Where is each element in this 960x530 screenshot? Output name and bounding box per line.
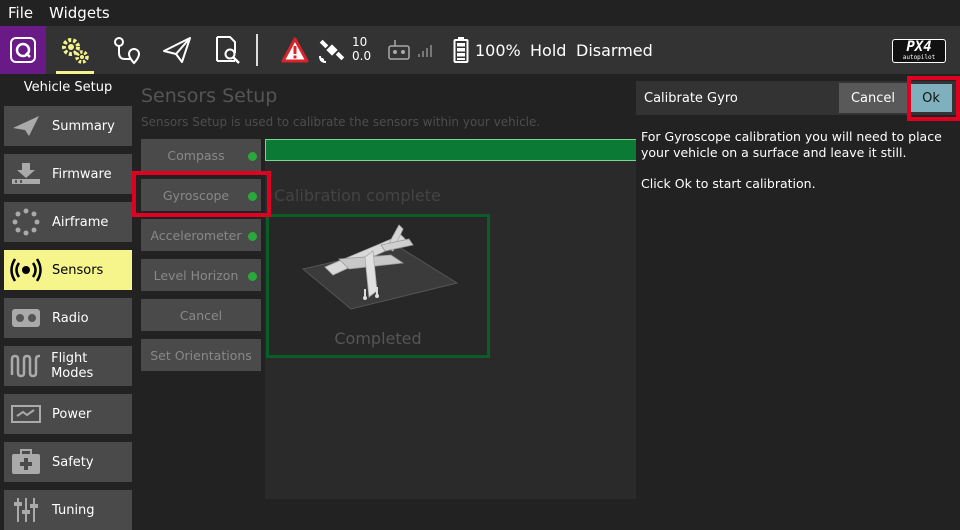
gps-readout: 10 0.0 bbox=[352, 35, 371, 63]
calibration-status: Calibration complete bbox=[274, 186, 441, 205]
dialog-cancel-button[interactable]: Cancel bbox=[839, 83, 907, 113]
sidebar-item-label: Airframe bbox=[52, 214, 109, 230]
dialog-header: Calibrate Gyro Cancel Ok bbox=[636, 81, 960, 115]
fly-view-button[interactable] bbox=[154, 26, 200, 74]
qgc-logo-icon bbox=[10, 37, 36, 63]
tuning-icon bbox=[4, 490, 48, 530]
sidebar-item-label: Sensors bbox=[52, 262, 104, 278]
accelerometer-status-dot bbox=[248, 232, 257, 241]
gps-satellite-count: 10 bbox=[352, 35, 368, 49]
paper-plane-icon bbox=[163, 37, 191, 63]
plan-route-icon bbox=[114, 37, 141, 65]
menu-bar: File Widgets bbox=[0, 0, 960, 26]
compass-label: Compass bbox=[167, 147, 225, 163]
sidebar-item-summary[interactable]: Summary bbox=[4, 106, 132, 146]
settings-gears-button[interactable] bbox=[52, 26, 98, 74]
arm-status[interactable]: Disarmed bbox=[576, 41, 653, 60]
gyroscope-label: Gyroscope bbox=[162, 187, 230, 203]
airframe-icon bbox=[4, 202, 48, 242]
sensors-icon bbox=[4, 250, 48, 290]
completed-label: Completed bbox=[334, 329, 422, 348]
analyze-view-button[interactable] bbox=[204, 26, 250, 74]
signal-bars-icon bbox=[418, 45, 432, 57]
sidebar-item-label: Summary bbox=[52, 118, 115, 134]
radio-icon bbox=[4, 298, 48, 338]
analyze-document-icon bbox=[216, 36, 240, 64]
accelerometer-button[interactable]: Accelerometer bbox=[141, 219, 261, 251]
paper-plane-icon bbox=[4, 106, 48, 146]
cancel-calibration-button[interactable]: Cancel bbox=[141, 299, 261, 331]
sidebar-item-tuning[interactable]: Tuning bbox=[4, 490, 132, 530]
accelerometer-label: Accelerometer bbox=[150, 227, 242, 243]
sidebar-item-label: Safety bbox=[52, 454, 94, 470]
px4-logo-subtext: autopilot bbox=[902, 54, 936, 61]
dialog-title: Calibrate Gyro bbox=[644, 91, 738, 106]
battery-button[interactable] bbox=[448, 26, 474, 74]
level-horizon-label: Level Horizon bbox=[153, 267, 239, 283]
flight-mode-selector[interactable]: Hold bbox=[530, 41, 566, 60]
toolbar-separator bbox=[256, 34, 258, 66]
cancel-calibration-label: Cancel bbox=[179, 307, 223, 323]
sidebar-item-airframe[interactable]: Airframe bbox=[4, 202, 132, 242]
dialog-ok-button[interactable]: Ok bbox=[910, 84, 952, 112]
sidebar-item-radio[interactable]: Radio bbox=[4, 298, 132, 338]
rssi-button[interactable] bbox=[414, 26, 436, 74]
page-description: Sensors Setup is used to calibrate the s… bbox=[141, 115, 541, 129]
level-horizon-status-dot bbox=[248, 272, 257, 281]
px4-logo: PX4 autopilot bbox=[892, 39, 946, 63]
page-title: Sensors Setup bbox=[141, 85, 278, 107]
satellite-icon bbox=[319, 39, 345, 63]
level-horizon-button[interactable]: Level Horizon bbox=[141, 259, 261, 291]
set-orientations-label: Set Orientations bbox=[150, 347, 252, 363]
gps-hdop: 0.0 bbox=[352, 49, 372, 63]
set-orientations-button[interactable]: Set Orientations bbox=[141, 339, 261, 371]
px4-logo-text: PX4 bbox=[906, 39, 932, 55]
sidebar-item-safety[interactable]: Safety bbox=[4, 442, 132, 482]
safety-icon bbox=[4, 442, 48, 482]
dialog-prompt: Click Ok to start calibration. bbox=[641, 176, 816, 191]
gps-status-button[interactable] bbox=[312, 26, 352, 74]
compass-status-dot bbox=[248, 152, 257, 161]
sidebar-item-power[interactable]: Power bbox=[4, 394, 132, 434]
compass-button[interactable]: Compass bbox=[141, 139, 261, 171]
sidebar-item-label: Flight Modes bbox=[51, 351, 94, 381]
main-toolbar: 10 0.0 100% Hold Disarmed PX4 autopilot bbox=[0, 26, 960, 74]
sidebar-item-sensors[interactable]: Sensors bbox=[4, 250, 132, 290]
dialog-body: For Gyroscope calibration you will need … bbox=[641, 129, 956, 207]
rc-status-button[interactable] bbox=[384, 26, 414, 74]
dialog-instructions: For Gyroscope calibration you will need … bbox=[641, 129, 942, 160]
download-icon bbox=[4, 154, 48, 194]
battery-percent: 100% bbox=[475, 41, 521, 60]
warning-triangle-icon bbox=[281, 37, 309, 63]
calibration-progress-bar bbox=[265, 139, 637, 161]
qgc-logo-button[interactable] bbox=[0, 26, 46, 74]
sidebar-item-label: Power bbox=[52, 406, 92, 422]
gears-icon bbox=[62, 38, 89, 64]
flight-modes-icon bbox=[4, 346, 47, 386]
plan-view-button[interactable] bbox=[104, 26, 150, 74]
calibrate-gyro-dialog: Calibrate Gyro Cancel Ok For Gyroscope c… bbox=[636, 81, 960, 509]
vehicle-orientation-box: Completed bbox=[266, 214, 490, 358]
sidebar-item-label: Tuning bbox=[52, 502, 95, 518]
sidebar-item-label: Firmware bbox=[52, 166, 112, 182]
battery-icon bbox=[453, 37, 469, 63]
menu-file[interactable]: File bbox=[0, 4, 41, 22]
menu-widgets[interactable]: Widgets bbox=[41, 4, 118, 22]
vehicle-setup-title: Vehicle Setup bbox=[23, 80, 113, 95]
sidebar-item-label: Radio bbox=[52, 310, 89, 326]
rc-transmitter-icon bbox=[388, 40, 410, 60]
sidebar-item-flight-modes[interactable]: Flight Modes bbox=[4, 346, 132, 386]
gyroscope-status-dot bbox=[248, 192, 257, 201]
sidebar-item-firmware[interactable]: Firmware bbox=[4, 154, 132, 194]
power-icon bbox=[4, 394, 48, 434]
gyroscope-button[interactable]: Gyroscope bbox=[141, 179, 261, 211]
